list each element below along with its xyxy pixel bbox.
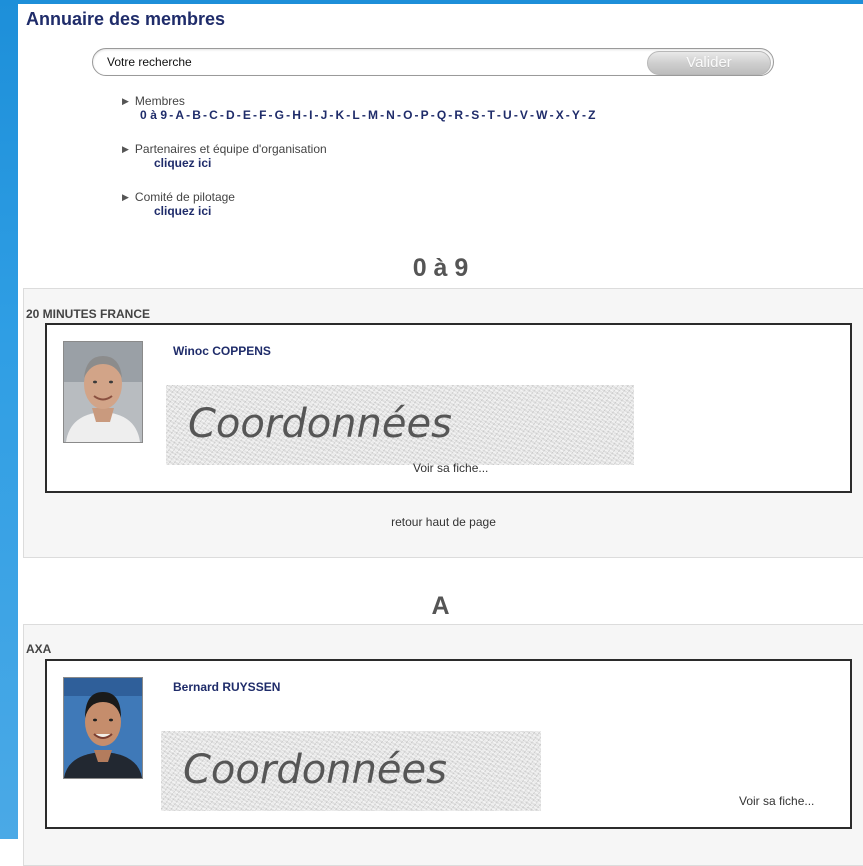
validate-button[interactable]: Valider: [647, 51, 771, 75]
alphabet-separator: -: [565, 108, 570, 122]
alphabet-link[interactable]: T: [487, 108, 494, 122]
member-name[interactable]: Bernard RUYSSEN: [173, 680, 280, 694]
alphabet-link[interactable]: N: [386, 108, 395, 122]
alphabet-separator: -: [465, 108, 470, 122]
alphabet-link[interactable]: 0 à 9: [140, 108, 167, 122]
main-content: Annuaire des membres Valider ▶ Membres 0…: [18, 4, 863, 866]
partners-link[interactable]: cliquez ici: [154, 156, 211, 170]
alphabet-separator: -: [236, 108, 241, 122]
alphabet-link[interactable]: Z: [588, 108, 595, 122]
alphabet-link[interactable]: S: [471, 108, 479, 122]
alphabet-separator: -: [268, 108, 273, 122]
alphabet-link[interactable]: M: [368, 108, 378, 122]
alphabet-link[interactable]: O: [403, 108, 412, 122]
section-panel-0-9: 20 MINUTES FRANCE Winoc COPPENS Coordonn…: [23, 288, 863, 558]
alphabet-link[interactable]: D: [226, 108, 235, 122]
alphabet-link[interactable]: J: [321, 108, 328, 122]
search-input[interactable]: [107, 53, 637, 71]
alphabet-link[interactable]: C: [209, 108, 218, 122]
alphabet-link[interactable]: W: [536, 108, 547, 122]
alphabet-link[interactable]: I: [309, 108, 312, 122]
coordinates-block: Coordonnées: [166, 385, 634, 465]
alphabet-separator: -: [252, 108, 258, 122]
member-photo: [63, 677, 143, 779]
nav-members-label: Membres: [134, 94, 185, 108]
alphabet-link[interactable]: G: [275, 108, 284, 122]
section-panel-a: AXA Bernard RUYSSEN Coordonnées Voir sa …: [23, 624, 863, 866]
alphabet-link[interactable]: B: [192, 108, 201, 122]
company-name: AXA: [26, 642, 52, 656]
member-photo: [63, 341, 143, 443]
coordinates-label: Coordonnées: [188, 401, 452, 447]
alphabet-link[interactable]: E: [243, 108, 251, 122]
committee-link[interactable]: cliquez ici: [154, 204, 211, 218]
alphabet-separator: -: [314, 108, 319, 122]
portrait-image: [64, 678, 142, 778]
view-profile-link[interactable]: Voir sa fiche...: [739, 794, 814, 808]
alphabet-separator: -: [302, 108, 308, 122]
nav-committee: ▶ Comité de pilotage cliquez ici: [122, 190, 235, 218]
alphabet-separator: -: [286, 108, 291, 122]
member-name[interactable]: Winoc COPPENS: [173, 344, 271, 358]
triangle-right-icon: ▶: [122, 95, 129, 106]
alphabet-index: 0 à 9-A-B-C-D-E-F-G-H-I-J-K-L-M-N-O-P-Q-…: [140, 108, 596, 122]
alphabet-link[interactable]: F: [259, 108, 266, 122]
alphabet-link[interactable]: Q: [437, 108, 446, 122]
alphabet-separator: -: [361, 108, 366, 122]
alphabet-link[interactable]: U: [503, 108, 512, 122]
nav-partners-label: Partenaires et équipe d'organisation: [134, 142, 327, 156]
member-card: Bernard RUYSSEN Coordonnées Voir sa fich…: [45, 659, 852, 829]
alphabet-separator: -: [448, 108, 453, 122]
alphabet-separator: -: [219, 108, 224, 122]
nav-members: ▶ Membres 0 à 9-A-B-C-D-E-F-G-H-I-J-K-L-…: [122, 94, 596, 122]
alphabet-link[interactable]: R: [454, 108, 463, 122]
alphabet-separator: -: [513, 108, 518, 122]
coordinates-block: Coordonnées: [161, 731, 541, 811]
nav-committee-label: Comité de pilotage: [134, 190, 235, 204]
nav-partners: ▶ Partenaires et équipe d'organisation c…: [122, 142, 327, 170]
alphabet-link[interactable]: H: [292, 108, 301, 122]
company-name: 20 MINUTES FRANCE: [26, 307, 151, 321]
alphabet-separator: -: [380, 108, 385, 122]
alphabet-separator: -: [481, 108, 486, 122]
member-card: Winoc COPPENS Coordonnées Voir sa fiche.…: [45, 323, 852, 493]
triangle-right-icon: ▶: [122, 143, 129, 154]
back-to-top-link[interactable]: retour haut de page: [24, 515, 863, 529]
alphabet-separator: -: [202, 108, 208, 122]
coordinates-label: Coordonnées: [183, 747, 447, 793]
alphabet-link[interactable]: K: [336, 108, 345, 122]
portrait-image: [64, 342, 142, 442]
alphabet-link[interactable]: L: [352, 108, 359, 122]
alphabet-separator: -: [530, 108, 535, 122]
alphabet-separator: -: [169, 108, 174, 122]
alphabet-separator: -: [549, 108, 554, 122]
alphabet-separator: -: [582, 108, 587, 122]
triangle-right-icon: ▶: [122, 191, 129, 202]
alphabet-separator: -: [496, 108, 502, 122]
alphabet-link[interactable]: Y: [572, 108, 580, 122]
alphabet-link[interactable]: P: [421, 108, 429, 122]
alphabet-link[interactable]: A: [175, 108, 184, 122]
left-edge-bar: [0, 0, 18, 839]
alphabet-separator: -: [329, 108, 334, 122]
alphabet-separator: -: [414, 108, 419, 122]
search-bar: Valider: [92, 48, 774, 76]
alphabet-link[interactable]: V: [520, 108, 528, 122]
alphabet-separator: -: [346, 108, 351, 122]
alphabet-link[interactable]: X: [556, 108, 564, 122]
section-heading-a: A: [431, 592, 450, 620]
alphabet-separator: -: [186, 108, 191, 122]
section-heading-0-9: 0 à 9: [412, 254, 469, 282]
view-profile-link[interactable]: Voir sa fiche...: [413, 461, 488, 475]
alphabet-separator: -: [396, 108, 402, 122]
alphabet-separator: -: [430, 108, 435, 122]
page-title: Annuaire des membres: [26, 9, 226, 29]
